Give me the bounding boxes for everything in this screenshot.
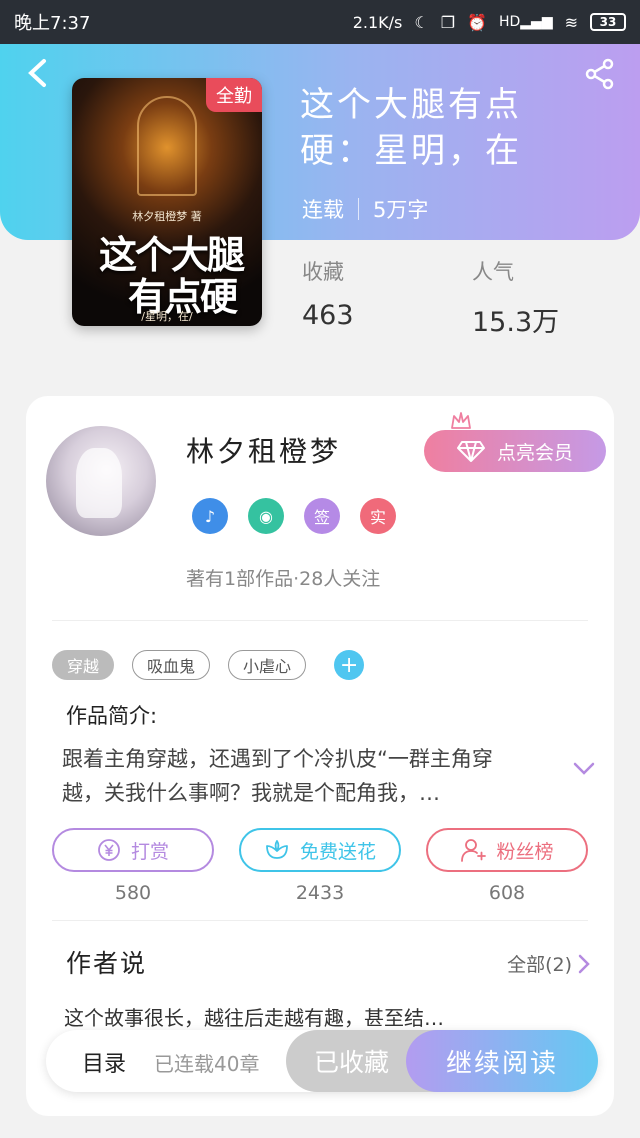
moon-icon: ☾	[414, 12, 429, 32]
author-badges: ♪ ◉ 签 实	[192, 498, 396, 534]
book-status: 连载	[302, 198, 344, 222]
author-says-label: 作者说	[66, 949, 148, 978]
fan-count: 608	[488, 882, 526, 904]
toc-status: 已连载40章	[154, 1052, 260, 1076]
alarm-icon: ⏰	[467, 12, 487, 32]
popularity-value: 15.3万	[472, 307, 560, 338]
crown-icon	[451, 412, 471, 429]
reward-count: 580	[114, 882, 152, 904]
battery-icon: 33	[590, 13, 626, 31]
chevron-left-icon	[28, 59, 46, 87]
yen-icon	[98, 839, 120, 861]
continue-reading-button[interactable]: 继续阅读	[406, 1030, 598, 1092]
book-cover[interactable]: 全勤 林夕租橙梦 著 这个大腿 有点硬 /星明，在/	[72, 78, 262, 326]
vip-label: 点亮会员	[496, 441, 573, 464]
favorite-label: 已收藏	[314, 1048, 390, 1077]
flower-count: 2433	[295, 882, 345, 904]
reward-action: 打赏 580	[52, 828, 214, 904]
status-time: 晚上7:37	[14, 13, 91, 34]
signal-icon: HD▂▄▆	[498, 14, 553, 30]
handshake-icon[interactable]: ◉	[248, 498, 284, 534]
favorites-stat: 收藏 463	[302, 256, 354, 331]
fan-icon	[461, 839, 487, 862]
verified-icon[interactable]: 实	[360, 498, 396, 534]
author-says-text[interactable]: 这个故事很长，越往后走越有趣，甚至结…	[64, 1002, 444, 1031]
continue-reading-label: 继续阅读	[445, 1048, 558, 1079]
popularity-label: 人气	[472, 260, 514, 284]
divider	[52, 920, 588, 921]
music-note-icon[interactable]: ♪	[192, 498, 228, 534]
book-title: 这个大腿有点硬：星明，在	[300, 85, 522, 171]
cover-subtitle: /星明，在/	[141, 310, 193, 323]
tag-list: 穿越 吸血鬼 小虐心 +	[52, 650, 365, 680]
chevron-right-icon	[578, 954, 590, 973]
author-info: 著有1部作品·28人关注	[186, 568, 381, 590]
tag-item[interactable]: 穿越	[52, 650, 115, 680]
copy-icon: ❐	[440, 12, 456, 32]
flower-label: 免费送花	[299, 840, 376, 863]
tag-item[interactable]: 小虐心	[228, 650, 307, 680]
status-bar: 晚上7:37 2.1K/s ☾ ❐ ⏰ HD▂▄▆ ≋ 33	[0, 0, 640, 44]
back-button[interactable]	[22, 58, 52, 88]
cover-tag: 全勤	[206, 78, 262, 112]
status-icons: 2.1K/s ☾ ❐ ⏰ HD▂▄▆ ≋ 33	[353, 13, 626, 32]
wifi-icon: ≋	[564, 12, 578, 32]
cover-author: 林夕租橙梦 著	[132, 210, 202, 223]
intro-text[interactable]: 跟着主角穿越，还遇到了个冷扒皮“一群主角穿越，关我什么事啊？我就是个配角我，…	[62, 742, 532, 810]
sign-icon[interactable]: 签	[304, 498, 340, 534]
author-avatar[interactable]	[46, 426, 156, 536]
divider	[52, 620, 588, 621]
fan-action: 粉丝榜 608	[426, 828, 588, 904]
flower-icon	[266, 840, 288, 859]
flower-action: 免费送花 2433	[239, 828, 401, 904]
author-says-all-link[interactable]: 全部(2)	[507, 950, 590, 977]
book-word-count: 5万字	[373, 198, 429, 222]
meta-separator	[358, 198, 359, 220]
diamond-icon	[456, 441, 485, 462]
book-meta: 连载 5万字	[302, 194, 428, 224]
intro-label: 作品简介:	[66, 704, 158, 728]
vip-button[interactable]: 点亮会员	[424, 430, 606, 472]
reward-button[interactable]: 打赏	[52, 828, 214, 872]
send-flower-button[interactable]: 免费送花	[239, 828, 401, 872]
share-icon[interactable]	[584, 58, 616, 90]
toc-button[interactable]: 目录	[82, 1046, 126, 1078]
favorites-label: 收藏	[302, 260, 344, 284]
fan-label: 粉丝榜	[496, 840, 554, 863]
tag-item[interactable]: 吸血鬼	[132, 650, 211, 680]
fan-rank-button[interactable]: 粉丝榜	[426, 828, 588, 872]
cover-artwork	[137, 96, 197, 196]
chevron-down-icon[interactable]	[572, 760, 596, 778]
reward-label: 打赏	[130, 840, 169, 863]
favorites-value: 463	[302, 300, 354, 331]
network-speed: 2.1K/s	[352, 12, 403, 32]
author-says-all-label: 全部(2)	[507, 954, 572, 976]
popularity-stat: 人气 15.3万	[472, 256, 559, 339]
add-tag-button[interactable]: +	[334, 650, 365, 680]
author-name[interactable]: 林夕租橙梦	[186, 430, 341, 470]
